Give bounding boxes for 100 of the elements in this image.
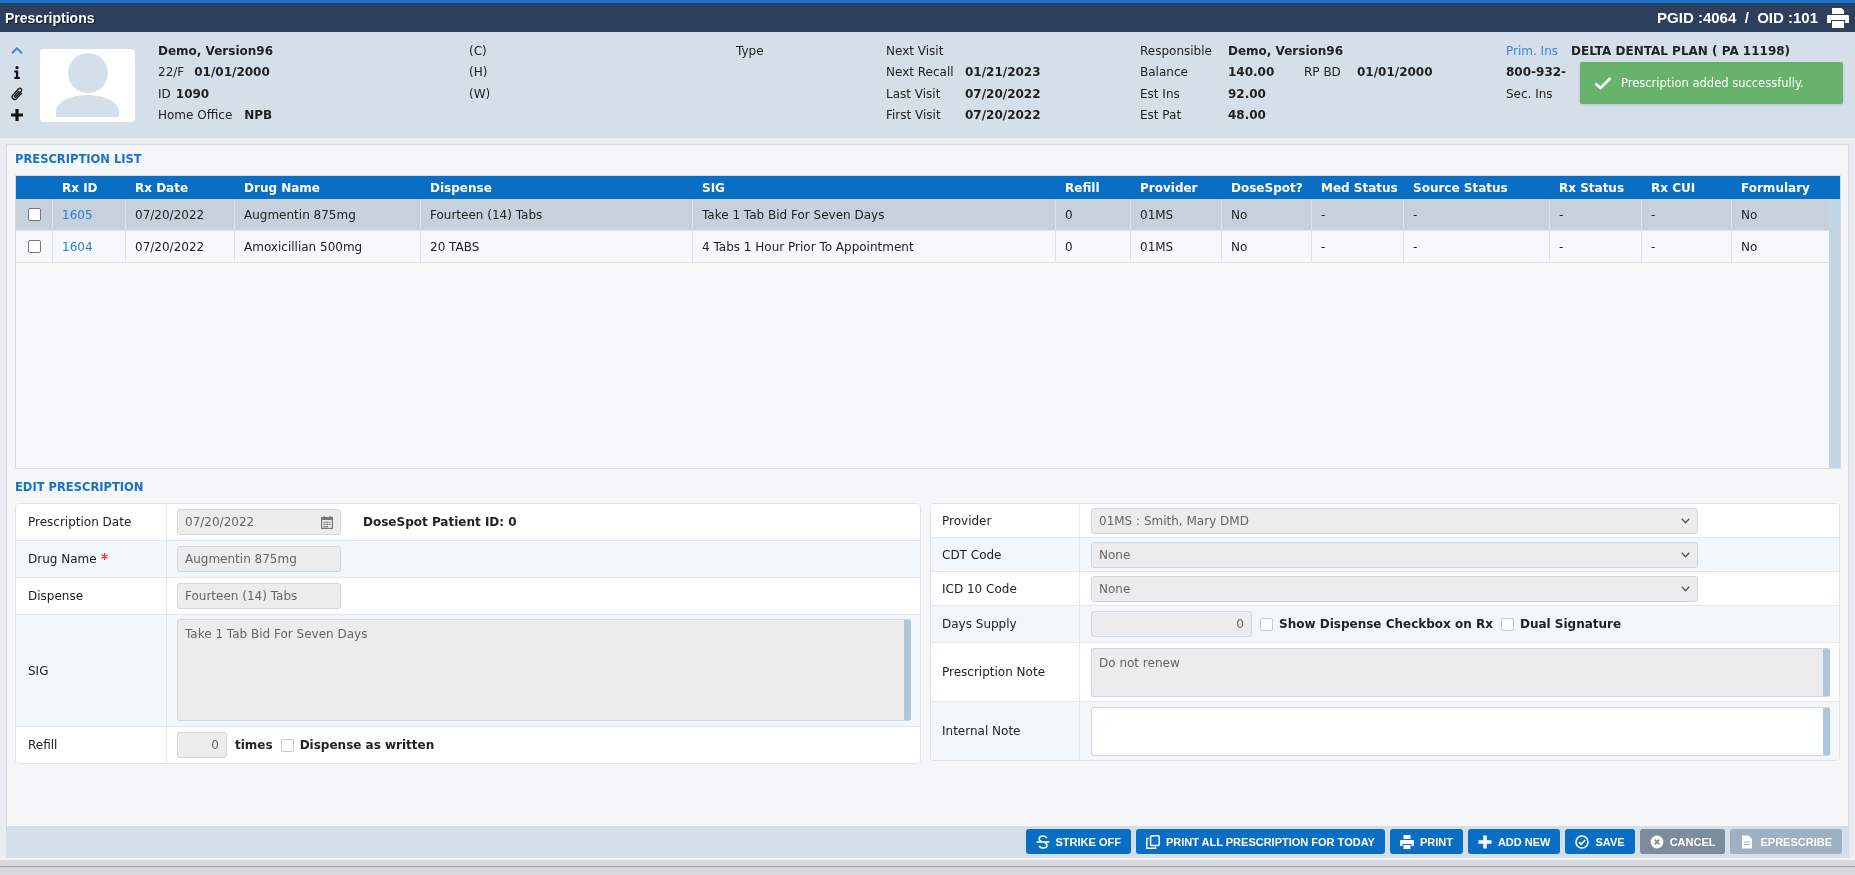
section-title: PRESCRIPTION LIST: [15, 152, 143, 167]
paperclip-icon[interactable]: [11, 86, 23, 101]
table-cell: -: [1559, 239, 1564, 254]
dosespot-patient-id: DoseSpot Patient ID: 0: [363, 515, 517, 529]
phone-label: (H): [469, 65, 488, 80]
patient-name: Demo, Version96: [158, 43, 273, 58]
birth-date: 01/01/2000: [194, 65, 270, 80]
print-icon: [1399, 834, 1414, 849]
field-label: SIG: [28, 663, 49, 678]
visit-date: 07/20/2022: [965, 86, 1041, 101]
table-cell: Fourteen (14) Tabs: [430, 207, 543, 222]
table-cell: -: [1413, 239, 1418, 254]
copy-icon: [1145, 834, 1160, 849]
visit-label: Next Recall: [886, 65, 955, 80]
account-label: Est Ins: [1140, 86, 1181, 101]
table-cell: -: [1651, 207, 1656, 222]
cancel-circle-icon: [1649, 834, 1664, 849]
action-button[interactable]: SAVE: [1565, 829, 1635, 854]
unit-label: times: [235, 738, 273, 752]
visit-date: 01/21/2023: [965, 65, 1041, 80]
table-cell: -: [1651, 239, 1656, 254]
table-cell: 07/20/2022: [135, 239, 205, 254]
table-cell: 0: [1065, 239, 1073, 254]
add-plus-icon[interactable]: [11, 109, 23, 122]
action-button[interactable]: PRINT ALL PRESCRIPTION FOR TODAY: [1135, 829, 1385, 854]
column-header: Refill: [1064, 179, 1101, 197]
visit-date: 07/20/2022: [965, 108, 1041, 123]
action-button[interactable]: PRINT: [1389, 829, 1463, 854]
column-header: Source Status: [1412, 179, 1509, 197]
rx-id-link[interactable]: 1604: [62, 239, 93, 254]
info-icon[interactable]: [14, 65, 20, 79]
field-label: Provider: [942, 513, 992, 528]
print-icon[interactable]: [1827, 7, 1849, 28]
office-value: NPB: [244, 108, 273, 123]
patient-id: 1090: [175, 86, 210, 101]
insurance-label: Sec. Ins: [1506, 86, 1553, 101]
window-title: Prescriptions: [5, 9, 95, 26]
practice-ids: PGID :4064 / OID :101: [1657, 9, 1818, 26]
action-button[interactable]: ADD NEW: [1467, 829, 1561, 854]
table-cell: 4 Tabs 1 Hour Prior To Appointment: [702, 239, 914, 254]
action-button[interactable]: CANCEL: [1639, 829, 1726, 854]
visit-label: Last Visit: [886, 86, 942, 101]
column-header: Dispense: [429, 179, 493, 197]
insurance-link[interactable]: Prim. Ins: [1506, 43, 1571, 58]
table-cell: -: [1559, 207, 1564, 222]
field-label: Internal Note: [942, 724, 1021, 738]
column-header: Rx Status: [1558, 179, 1626, 197]
table-row[interactable]: 1605 07/20/2022 Augmentin 875mg Fourteen (14) Tabs Take 1 Tab Bid For Seven Days 0 01MS No - - - - No: [16, 199, 1829, 231]
table-cell: Amoxicillian 500mg: [244, 239, 363, 254]
toast-message: Prescription added successfully.: [1621, 76, 1804, 90]
table-cell: No: [1741, 207, 1758, 222]
account-value: 140.00: [1228, 65, 1276, 80]
column-header: Rx ID: [61, 179, 99, 197]
table-cell: Take 1 Tab Bid For Seven Days: [702, 207, 885, 222]
rx-id-link[interactable]: 1605: [62, 207, 93, 222]
phone-label: (C): [469, 43, 487, 58]
field-label: Days Supply: [942, 617, 1017, 631]
type-label: Type: [736, 43, 764, 58]
field-label: ICD 10 Code: [942, 581, 1017, 596]
table-row[interactable]: 1604 07/20/2022 Amoxicillian 500mg 20 TABS 4 Tabs 1 Hour Prior To Appointment 0 01MS No - - - - No: [16, 231, 1829, 263]
check-circle-icon: [1575, 834, 1590, 849]
visit-label: Next Visit: [886, 43, 945, 58]
field-label: CDT Code: [942, 547, 1002, 562]
checkmark-icon: [1594, 76, 1612, 90]
table-cell: No: [1231, 207, 1248, 222]
table-cell: 20 TABS: [430, 239, 480, 254]
document-icon: [1740, 834, 1755, 849]
table-cell: 01MS: [1140, 207, 1174, 222]
table-cell: 07/20/2022: [135, 207, 205, 222]
account-value: Demo, Version96: [1228, 43, 1343, 58]
field-label: Prescription Date: [28, 515, 132, 529]
account-value: 01/01/2000: [1357, 65, 1433, 80]
table-cell: -: [1413, 207, 1418, 222]
age-sex: 22/F: [158, 65, 185, 80]
field-label: Drug Name: [28, 552, 97, 566]
phone-label: (W): [469, 86, 491, 101]
column-header: DoseSpot?: [1230, 179, 1304, 197]
column-header: Drug Name: [243, 179, 321, 197]
row-checkbox[interactable]: [27, 208, 41, 221]
table-cell: 01MS: [1140, 239, 1174, 254]
action-button[interactable]: STRIKE OFF: [1025, 829, 1131, 854]
account-value: 48.00: [1228, 108, 1267, 123]
account-label: Balance: [1140, 65, 1189, 80]
column-header: Rx Date: [134, 179, 190, 197]
visit-label: First Visit: [886, 108, 942, 123]
collapse-chevron-icon[interactable]: [11, 47, 23, 55]
table-cell: 0: [1065, 207, 1073, 222]
table-cell: -: [1321, 207, 1326, 222]
id-label: ID: [158, 86, 171, 101]
column-header: Formulary: [1740, 179, 1811, 197]
row-checkbox[interactable]: [27, 240, 41, 253]
insurance-plan: DELTA DENTAL PLAN ( PA 11198): [1571, 43, 1791, 58]
strikethrough-icon: [1035, 834, 1050, 849]
field-label: Refill: [28, 738, 58, 752]
column-header: Provider: [1139, 179, 1199, 197]
field-label: Prescription Note: [942, 665, 1046, 679]
office-label: Home Office: [158, 108, 233, 123]
scrollbar[interactable]: [1829, 199, 1840, 468]
field-label: Dispense: [28, 589, 84, 603]
table-cell: No: [1231, 239, 1248, 254]
